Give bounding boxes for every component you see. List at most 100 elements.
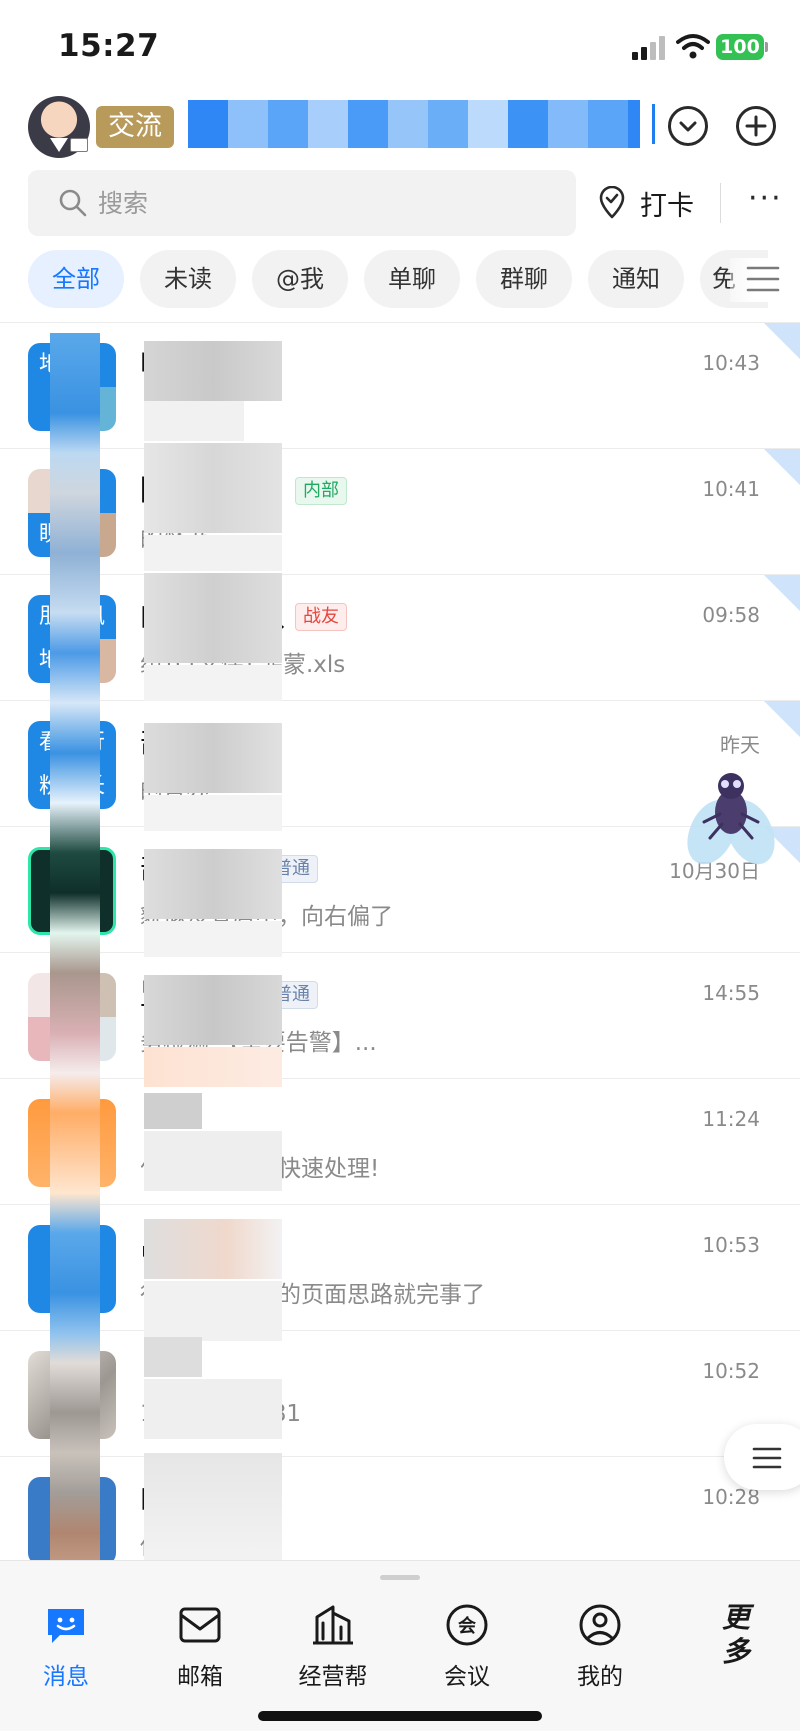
- mail-icon: [179, 1607, 221, 1643]
- status-bar: 15:27 100: [0, 0, 800, 90]
- chat-item[interactable]: 朋 讯 地 的开发团队 战友 组]):[文件] 鸿蒙.xls 09:58: [0, 575, 800, 701]
- svg-text:会: 会: [458, 1615, 476, 1637]
- chat-time: 09:58: [702, 603, 760, 627]
- home-indicator: [258, 1711, 542, 1721]
- location-pin-icon: [599, 186, 625, 219]
- chat-preview: 13279269681: [140, 1401, 301, 1427]
- building-icon: [313, 1605, 353, 1645]
- chat-name: 监测小组 普通: [140, 971, 319, 1013]
- chat-item[interactable]: 作汇报需要您快速处理! 11:24: [0, 1079, 800, 1205]
- chat-name: 部沟通群 普通: [140, 845, 319, 887]
- checkin-button[interactable]: 打卡: [598, 178, 694, 228]
- checkin-label: 打卡: [640, 190, 694, 222]
- chat-tag: 内部: [295, 477, 348, 505]
- filter-chip-unread[interactable]: 未读: [140, 250, 236, 308]
- tab-business[interactable]: 经营帮: [273, 1603, 393, 1693]
- group-avatar: 睍: [28, 469, 116, 557]
- chat-time: 10:41: [702, 477, 760, 501]
- menu-icon: [752, 1447, 782, 1469]
- filter-menu-button[interactable]: [730, 258, 790, 302]
- tab-messages[interactable]: 消息: [6, 1603, 126, 1693]
- tab-mail[interactable]: 邮箱: [140, 1603, 260, 1693]
- chat-time: 10:52: [702, 1359, 760, 1383]
- chat-item[interactable]: 的中。。。 你自己审吧 10:28: [0, 1457, 800, 1560]
- filter-chip-single[interactable]: 单聊: [364, 250, 460, 308]
- dropdown-button[interactable]: [668, 106, 708, 146]
- chat-preview: 貌似没有居中，向右偏了: [140, 904, 393, 930]
- chat-name: 的开发团队 战友: [140, 593, 348, 635]
- chat-name: 部内部: [140, 719, 232, 761]
- fly-sticker-icon[interactable]: [686, 764, 776, 874]
- meeting-icon: 会: [446, 1604, 488, 1646]
- group-avatar: [28, 973, 116, 1061]
- battery-tip: [765, 42, 768, 52]
- chevron-down-icon: [679, 121, 697, 132]
- chat-tag: 内部: [179, 351, 232, 379]
- channel-tabs[interactable]: [188, 110, 640, 146]
- filter-chip-notice[interactable]: 通知: [588, 250, 684, 308]
- chat-preview: 组]):[文件] 鸿蒙.xls: [140, 652, 346, 678]
- floating-menu-button[interactable]: [724, 1424, 800, 1490]
- chat-time: 14:55: [702, 981, 760, 1005]
- chat-preview: 行了，捋捋他的页面思路就完事了: [140, 1282, 485, 1308]
- add-button[interactable]: [736, 106, 776, 146]
- chat-list: 地 吧内部 10:43 睍 陕西分公司 内部 的督办 10:41 朋 讯 地 的开…: [0, 323, 800, 1560]
- tab-profile[interactable]: 我的: [540, 1603, 660, 1693]
- divider: [720, 183, 721, 223]
- tab-more[interactable]: 更多: [706, 1601, 766, 1669]
- user-avatar: [28, 1099, 116, 1187]
- chat-time: 昨天: [720, 733, 760, 757]
- header: 交流: [0, 96, 800, 160]
- chat-name: 陕西分公司 内部: [140, 467, 348, 509]
- tab-label: 会议: [444, 1664, 490, 1690]
- chat-name: 的中。。。: [140, 1481, 257, 1515]
- battery-indicator: 100: [716, 34, 764, 60]
- pinned-indicator: [764, 575, 800, 611]
- user-avatar: [28, 1225, 116, 1313]
- chat-item[interactable]: 地 吧内部 10:43: [0, 323, 800, 449]
- wifi-icon: [676, 34, 710, 59]
- status-time: 15:27: [58, 28, 160, 64]
- group-avatar: 地: [28, 343, 116, 431]
- chat-item[interactable]: 出中 行了，捋捋他的页面思路就完事了 10:53: [0, 1205, 800, 1331]
- chat-name: 出中: [140, 1229, 199, 1263]
- tab-label: 我的: [577, 1664, 623, 1690]
- filter-chip-group[interactable]: 群聊: [476, 250, 572, 308]
- group-avatar: [28, 847, 116, 935]
- group-avatar: 看 行 粉 长: [28, 721, 116, 809]
- chat-item[interactable]: 13279269681 10:52: [0, 1331, 800, 1457]
- tab-label: 消息: [43, 1664, 89, 1690]
- message-icon: [48, 1609, 84, 1643]
- pinned-indicator: [764, 701, 800, 737]
- chat-tag: 战友: [295, 603, 348, 631]
- chat-item[interactable]: 监测小组 普通 务检测:【重要告警】... 14:55: [0, 953, 800, 1079]
- tab-label: 邮箱: [177, 1664, 223, 1690]
- filter-chips: 全部 未读 @我 单聊 群聊 通知 免: [28, 250, 768, 310]
- chat-preview: 的督办: [140, 778, 209, 804]
- drag-handle[interactable]: [380, 1575, 420, 1580]
- search-input[interactable]: [98, 170, 558, 236]
- search-box[interactable]: [28, 170, 576, 236]
- channel-separator: [652, 104, 655, 144]
- signal-icon: [632, 36, 666, 60]
- chat-item[interactable]: 看 行 粉 长 部内部 的督办 昨天: [0, 701, 800, 827]
- user-avatar: [28, 1477, 116, 1560]
- group-avatar: 朋 讯 地: [28, 595, 116, 683]
- profile-icon: [579, 1604, 621, 1646]
- menu-icon: [746, 266, 780, 292]
- exchange-tag[interactable]: 交流: [96, 106, 174, 148]
- chat-name: 吧内部: [140, 341, 232, 383]
- chat-time: 10:43: [702, 351, 760, 375]
- tab-meeting[interactable]: 会 会议: [407, 1603, 527, 1693]
- pinned-indicator: [764, 449, 800, 485]
- channel-bar[interactable]: [188, 100, 640, 148]
- more-options-icon[interactable]: ···: [748, 184, 783, 214]
- filter-chip-all[interactable]: 全部: [28, 250, 124, 308]
- chat-item[interactable]: 睍 陕西分公司 内部 的督办 10:41: [0, 449, 800, 575]
- chat-item[interactable]: 部沟通群 普通 貌似没有居中，向右偏了 10月30日: [0, 827, 800, 953]
- filter-chip-mention[interactable]: @我: [252, 250, 348, 308]
- chat-tag: 内部: [179, 729, 232, 757]
- bottom-tab-bar: 消息 邮箱 经营帮 会 会议 我的 更多: [0, 1560, 800, 1731]
- chat-tag: 普通: [266, 981, 319, 1009]
- chat-preview: 作汇报需要您快速处理!: [140, 1156, 380, 1182]
